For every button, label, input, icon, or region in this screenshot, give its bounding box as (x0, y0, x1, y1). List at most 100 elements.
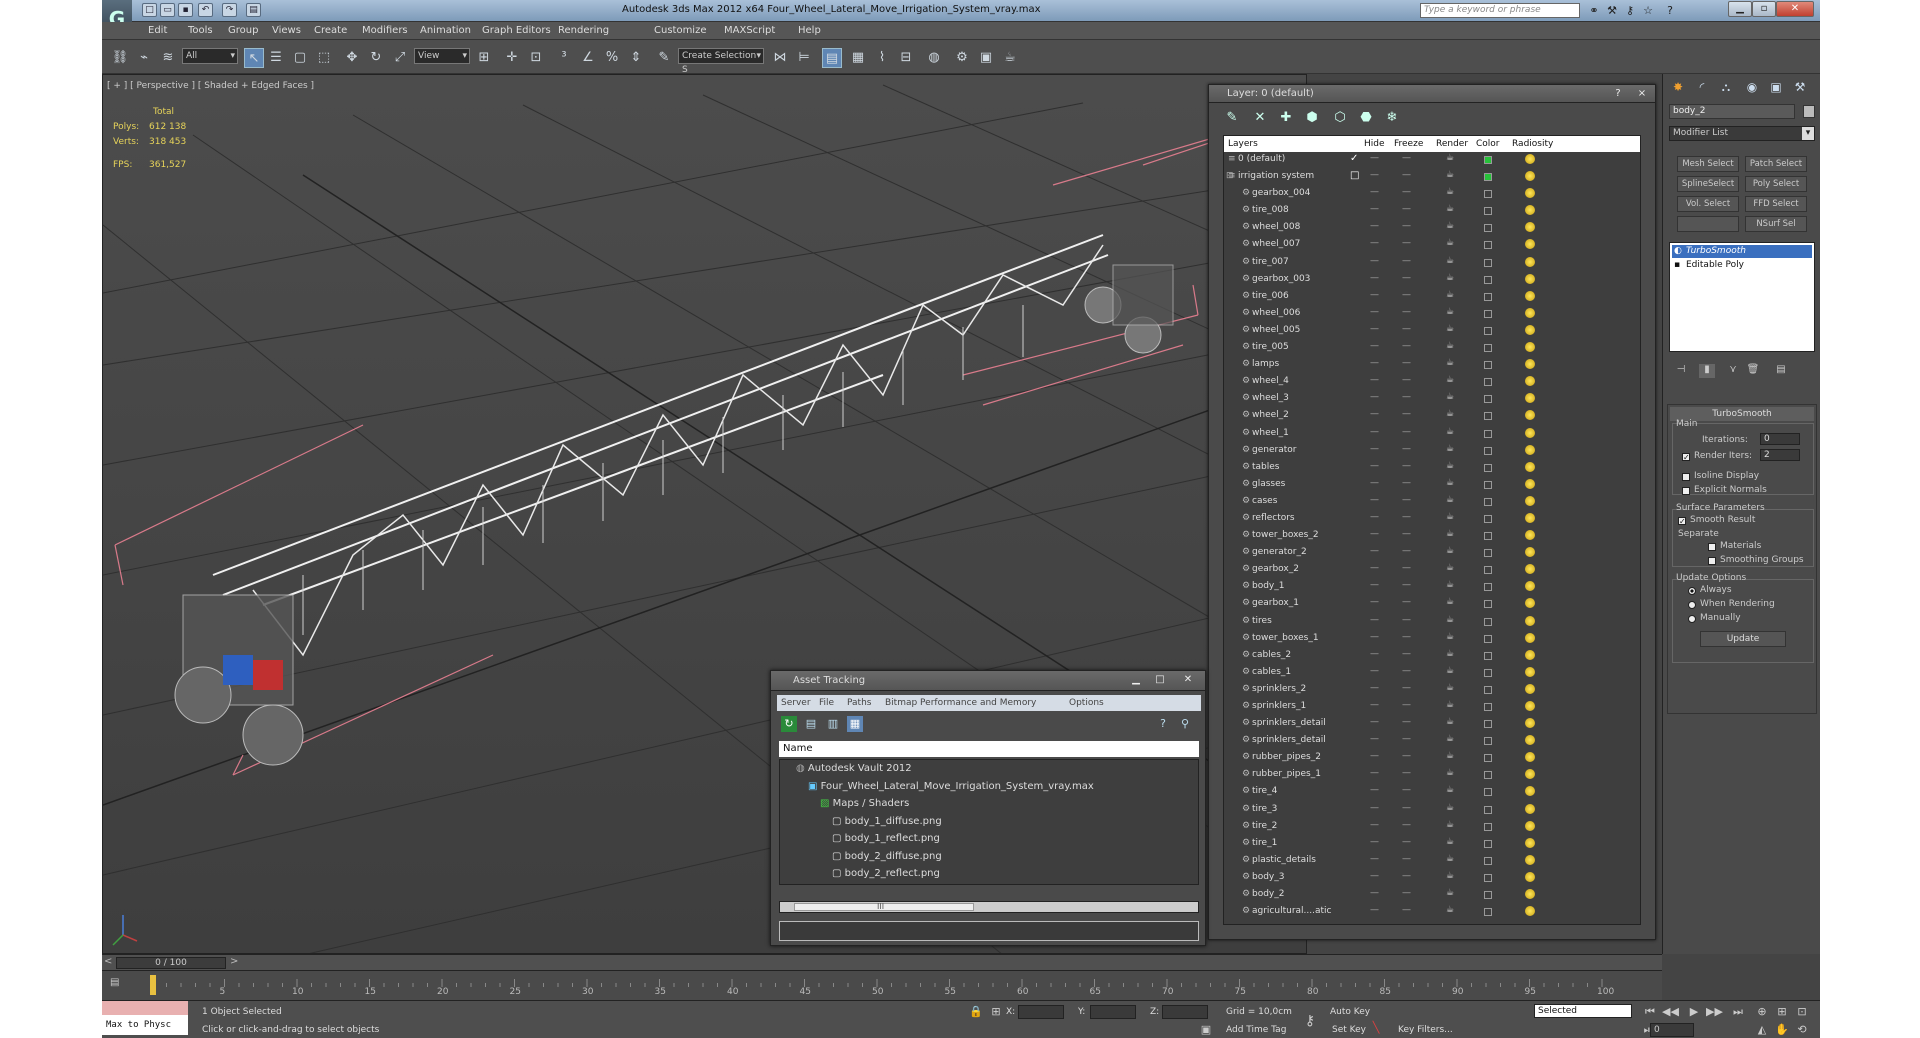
layer-row[interactable]: ⚙ tire_006 — — ☕ (1224, 289, 1640, 306)
freeze-toggle[interactable]: — (1402, 427, 1411, 437)
motion-tab-icon[interactable]: ◉ (1743, 78, 1761, 96)
minimize-button[interactable]: ▁ (1728, 1, 1752, 17)
radiosity-icon[interactable] (1525, 889, 1535, 900)
layer-row[interactable]: ⚙ sprinklers_detail — — ☕ (1224, 716, 1640, 733)
key-icon[interactable]: ⚷ (1622, 3, 1638, 18)
show-end-result-icon[interactable]: ▮ (1699, 364, 1715, 378)
search-input[interactable]: Type a keyword or phrase (1420, 3, 1580, 18)
freeze-toggle[interactable]: — (1402, 324, 1411, 334)
render-teapot-icon[interactable]: ☕ (1446, 221, 1454, 231)
freeze-toggle[interactable]: — (1402, 187, 1411, 197)
radiosity-icon[interactable] (1525, 376, 1535, 387)
select-in-layer-icon[interactable]: ⬢ (1303, 109, 1321, 127)
layer-row[interactable]: ≡ ⊟ irrigation system □ — — ☕ (1224, 169, 1640, 186)
play-icon[interactable]: ▶ (1686, 1005, 1702, 1018)
create-tab-icon[interactable]: ✸ (1669, 78, 1687, 96)
layer-color-swatch[interactable] (1484, 771, 1492, 780)
layer-color-swatch[interactable] (1484, 822, 1492, 831)
radiosity-icon[interactable] (1525, 615, 1535, 626)
layer-color-swatch[interactable] (1484, 737, 1492, 746)
time-tag-icon[interactable]: ▣ (1198, 1023, 1214, 1036)
freeze-all-layers-icon[interactable]: ❄ (1383, 109, 1401, 127)
render-teapot-icon[interactable]: ☕ (1446, 324, 1454, 334)
iterations-spinner[interactable]: 0 (1760, 433, 1800, 445)
layer-row[interactable]: ⚙ sprinklers_2 — — ☕ (1224, 682, 1640, 699)
radiosity-icon[interactable] (1525, 547, 1535, 558)
freeze-toggle[interactable]: — (1402, 632, 1411, 642)
hide-toggle[interactable]: — (1370, 221, 1379, 231)
hide-toggle[interactable]: — (1370, 495, 1379, 505)
menu-views[interactable]: Views (272, 25, 301, 36)
layer-row[interactable]: ⚙ glasses — — ☕ (1224, 477, 1640, 494)
absolute-mode-icon[interactable]: ⊞ (988, 1005, 1004, 1018)
layer-row[interactable]: ⚙ gearbox_004 — — ☕ (1224, 186, 1640, 203)
remove-modifier-icon[interactable]: 🗑 (1745, 364, 1761, 378)
menu-animation[interactable]: Animation (420, 25, 471, 36)
layer-row[interactable]: ≡ 0 (default) ✓ — — ☕ (1224, 152, 1640, 169)
radiosity-icon[interactable] (1525, 324, 1535, 335)
radiosity-icon[interactable] (1525, 530, 1535, 541)
layer-row[interactable]: ⚙ gearbox_2 — — ☕ (1224, 562, 1640, 579)
collapse-icon[interactable]: ⊟ (1226, 171, 1234, 181)
asset-name-header[interactable]: Name (779, 741, 1199, 757)
radiosity-icon[interactable] (1525, 906, 1535, 917)
layer-row[interactable]: ⚙ wheel_008 — — ☕ (1224, 220, 1640, 237)
radiosity-icon[interactable] (1525, 478, 1535, 489)
vault-help-icon[interactable]: ? (1155, 716, 1171, 732)
hide-toggle[interactable]: — (1370, 683, 1379, 693)
save-file-icon[interactable]: ▪ (178, 3, 193, 17)
render-teapot-icon[interactable]: ☕ (1446, 153, 1454, 163)
hide-toggle[interactable]: — (1370, 427, 1379, 437)
hide-toggle[interactable]: — (1370, 392, 1379, 402)
slider-right-arrow-icon[interactable]: > (230, 956, 238, 967)
layer-row[interactable]: ⚙ generator — — ☕ (1224, 443, 1640, 460)
hide-toggle[interactable]: — (1370, 204, 1379, 214)
asset-tree-item[interactable]: ◍ Autodesk Vault 2012 (796, 763, 912, 774)
explicit-normals-checkbox[interactable] (1682, 487, 1690, 495)
layer-color-swatch[interactable] (1484, 788, 1492, 797)
trackbar[interactable]: ▤ 5 10 15 20 25 30 35 40 45 50 55 60 65 70 75 80 85 90 95 1… (102, 970, 1662, 1000)
render-teapot-icon[interactable]: ☕ (1446, 803, 1454, 813)
auto-key-button[interactable]: Auto Key (1330, 1007, 1370, 1017)
modifier-list-dropdown[interactable]: Modifier List (1669, 126, 1815, 141)
orbit-icon[interactable]: ⟲ (1794, 1023, 1810, 1036)
menu-edit[interactable]: Edit (148, 25, 167, 36)
scale-icon[interactable]: ⤢ (390, 48, 410, 68)
radiosity-icon[interactable] (1525, 854, 1535, 865)
layer-color-swatch[interactable] (1484, 190, 1492, 199)
asset-menu-server[interactable]: Server (781, 698, 811, 708)
hide-toggle[interactable]: — (1370, 888, 1379, 898)
selection-filter-dropdown[interactable]: All (182, 48, 238, 64)
radiosity-icon[interactable] (1525, 307, 1535, 318)
current-layer-toggle[interactable]: □ (1350, 170, 1359, 181)
align-icon[interactable]: ⊨ (794, 48, 814, 68)
freeze-toggle[interactable]: — (1402, 871, 1411, 881)
layer-color-swatch[interactable] (1484, 497, 1492, 506)
hide-toggle[interactable]: — (1370, 546, 1379, 556)
radiosity-icon[interactable] (1525, 461, 1535, 472)
empty-modifier-button[interactable] (1677, 216, 1739, 232)
radiosity-icon[interactable] (1525, 735, 1535, 746)
layer-color-swatch[interactable] (1484, 395, 1492, 404)
graphite-ribbon-icon[interactable]: ▦ (848, 48, 868, 68)
curve-editor-icon[interactable]: ⌇ (872, 48, 892, 68)
pan-icon[interactable]: ✋ (1774, 1023, 1790, 1036)
asset-tree-item[interactable]: ▨ Maps / Shaders (820, 798, 909, 809)
layer-row[interactable]: ⚙ wheel_007 — — ☕ (1224, 237, 1640, 254)
utilities-tab-icon[interactable]: ⚒ (1791, 78, 1809, 96)
freeze-toggle[interactable]: — (1402, 854, 1411, 864)
render-iters-checkbox[interactable]: ✓ (1682, 453, 1690, 462)
render-teapot-icon[interactable]: ☕ (1446, 854, 1454, 864)
expand-icon[interactable]: ▪ (1674, 259, 1680, 272)
layer-color-swatch[interactable] (1484, 839, 1492, 848)
layer-color-swatch[interactable] (1484, 207, 1492, 216)
material-editor-icon[interactable]: ◍ (924, 48, 944, 68)
freeze-toggle[interactable]: — (1402, 888, 1411, 898)
layer-row[interactable]: ⚙ sprinklers_detail — — ☕ (1224, 733, 1640, 750)
render-teapot-icon[interactable]: ☕ (1446, 700, 1454, 710)
freeze-toggle[interactable]: — (1402, 700, 1411, 710)
patch-select-button[interactable]: Patch Select (1745, 156, 1807, 172)
radiosity-icon[interactable] (1525, 598, 1535, 609)
list-view-icon[interactable]: ▤ (803, 716, 819, 732)
radiosity-icon[interactable] (1525, 632, 1535, 643)
